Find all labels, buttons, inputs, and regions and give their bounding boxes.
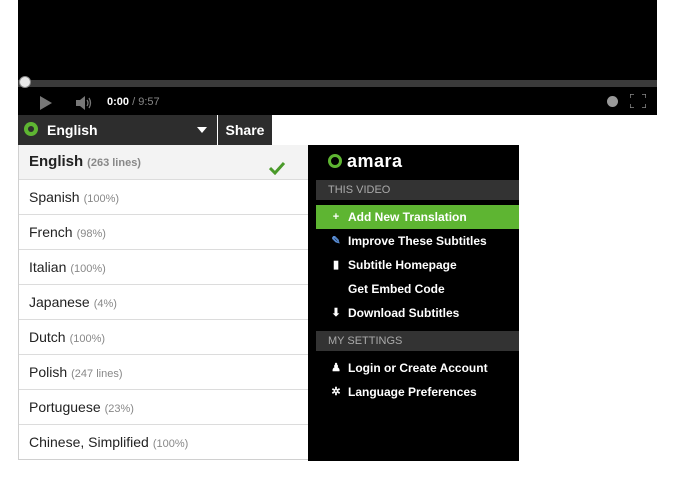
language-name: Dutch (29, 329, 66, 345)
current-time: 0:00 (107, 96, 130, 108)
player-controls: 0:00 / 9:57 (18, 76, 657, 115)
captions-icon[interactable] (607, 96, 618, 107)
download-subtitles-item[interactable]: ⬇ Download Subtitles (316, 301, 519, 325)
language-name: Portuguese (29, 399, 101, 415)
play-icon[interactable] (39, 96, 53, 115)
language-item-italian[interactable]: Italian (100%) (19, 250, 308, 285)
language-meta: (247 lines) (71, 368, 123, 380)
language-meta: (100%) (70, 263, 106, 275)
get-embed-code-item[interactable]: Get Embed Code (316, 277, 519, 301)
language-item-dutch[interactable]: Dutch (100%) (19, 320, 308, 355)
fullscreen-icon[interactable] (629, 93, 647, 113)
menu-item-label: Download Subtitles (348, 306, 460, 320)
menu-item-label: Language Preferences (348, 385, 477, 399)
language-name: Polish (29, 364, 68, 380)
language-meta: (98%) (76, 228, 106, 240)
amara-logo-icon (328, 154, 342, 168)
language-meta: (4%) (93, 298, 117, 310)
language-selector-label: English (47, 122, 98, 138)
time-display: 0:00 / 9:57 (107, 96, 160, 108)
language-name: Spanish (29, 189, 80, 205)
language-name: Italian (29, 259, 67, 275)
progress-bar[interactable] (18, 76, 657, 88)
my-settings-heading: MY SETTINGS (316, 331, 519, 351)
user-icon: ♟ (331, 362, 341, 374)
subtitle-homepage-item[interactable]: ▮ Subtitle Homepage (316, 253, 519, 277)
amara-menu: amara THIS VIDEO + Add New Translation ✎… (308, 145, 519, 461)
language-meta: (100%) (152, 438, 189, 450)
pencil-icon: ✎ (331, 235, 341, 247)
improve-subtitles-item[interactable]: ✎ Improve These Subtitles (316, 229, 519, 253)
amara-logo-text: amara (347, 151, 403, 171)
language-item-chinese-simplified[interactable]: Chinese, Simplified (100%) (19, 425, 308, 460)
language-meta: (23%) (104, 403, 134, 415)
language-meta: (100%) (83, 193, 120, 205)
language-item-english[interactable]: English (263 lines) (19, 145, 308, 180)
language-item-french[interactable]: French (98%) (19, 215, 308, 250)
volume-icon[interactable] (76, 96, 94, 115)
menu-item-label: Login or Create Account (348, 361, 488, 375)
language-list: English (263 lines) Spanish (100%) French(… (18, 145, 308, 460)
menu-item-label: Improve These Subtitles (348, 234, 487, 248)
login-item[interactable]: ♟ Login or Create Account (316, 356, 519, 380)
language-item-japanese[interactable]: Japanese (4%) (19, 285, 308, 320)
progress-scrubber[interactable] (19, 76, 31, 88)
language-item-polish[interactable]: Polish (247 lines) (19, 355, 308, 390)
language-selector[interactable]: English (18, 115, 217, 145)
time-separator: / (129, 96, 139, 108)
language-name: English (29, 153, 84, 170)
language-item-spanish[interactable]: Spanish (100%) (19, 180, 308, 215)
duration: 9:57 (138, 96, 160, 108)
share-button[interactable]: Share (218, 115, 272, 145)
language-item-portuguese[interactable]: Portuguese (23%) (19, 390, 308, 425)
document-icon: ▮ (332, 259, 340, 271)
language-name: Chinese, Simplified (29, 434, 149, 450)
language-name: Japanese (29, 294, 90, 310)
video-area[interactable] (18, 0, 657, 80)
language-meta: (263 lines) (87, 157, 141, 169)
plus-icon: + (332, 211, 340, 223)
language-name: French (29, 224, 73, 240)
language-preferences-item[interactable]: ✲ Language Preferences (316, 380, 519, 404)
language-meta: (100%) (69, 333, 106, 345)
menu-item-label: Get Embed Code (348, 282, 445, 296)
download-icon: ⬇ (331, 307, 341, 319)
amara-dot-icon (24, 122, 38, 136)
gear-icon: ✲ (331, 386, 341, 398)
chevron-down-icon (197, 127, 207, 133)
this-video-heading: THIS VIDEO (316, 180, 519, 200)
menu-item-label: Add New Translation (348, 210, 467, 224)
add-new-translation-item[interactable]: + Add New Translation (316, 205, 519, 229)
menu-item-label: Subtitle Homepage (348, 258, 457, 272)
